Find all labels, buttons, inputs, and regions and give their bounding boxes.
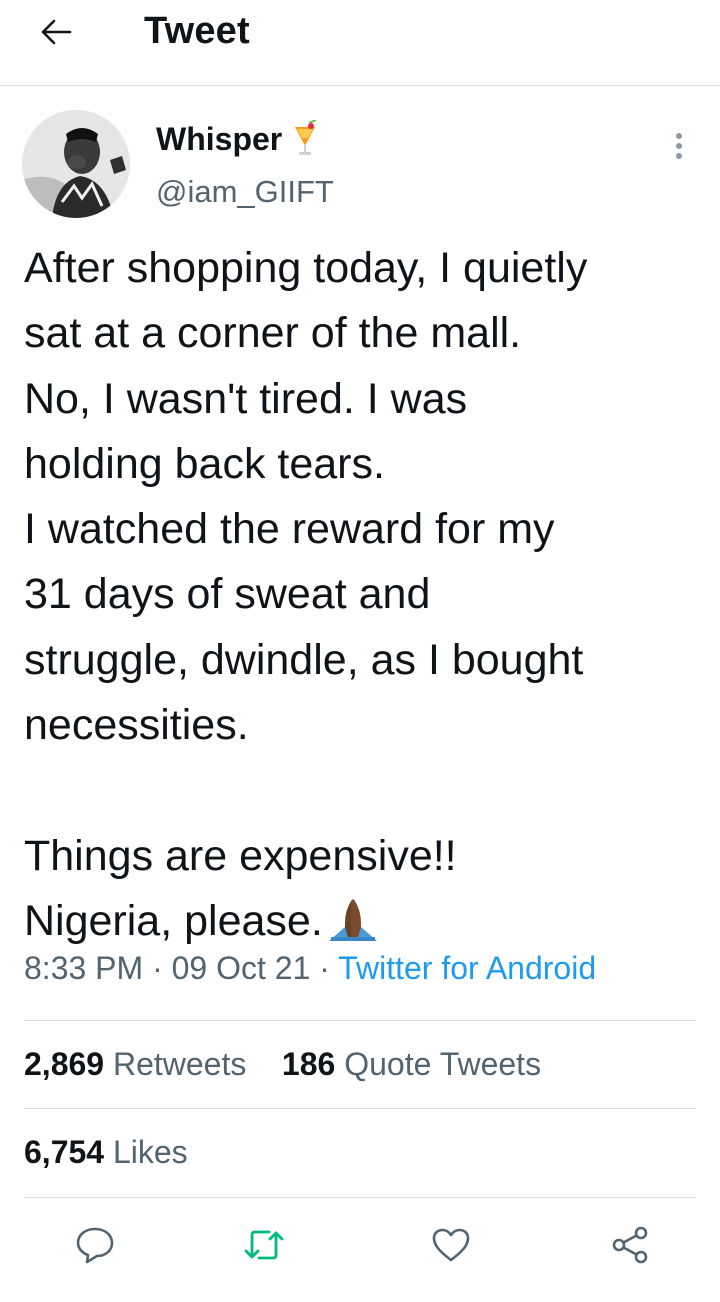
quote-tweets-count: 186 xyxy=(281,1046,336,1082)
page-title: Tweet xyxy=(144,10,250,52)
tweet-source-link[interactable]: Twitter for Android xyxy=(338,950,596,986)
retweets-stat[interactable]: 2,869 Retweets xyxy=(24,1046,246,1082)
divider xyxy=(24,1020,696,1021)
action-bar xyxy=(0,1212,720,1272)
display-name-text: Whisper xyxy=(156,120,283,157)
back-button[interactable] xyxy=(36,12,76,52)
like-button[interactable] xyxy=(426,1220,476,1270)
tweet-line: sat at a corner of the mall. xyxy=(24,309,522,358)
tweet-author: Whisper @iam_GIIFT xyxy=(0,86,720,226)
tweet-line: 31 days of sweat and xyxy=(24,570,431,619)
meta-separator: · xyxy=(319,950,330,986)
tweet-line-text: Nigeria, please. xyxy=(24,896,323,945)
likes-label: Likes xyxy=(112,1134,188,1170)
tweet-line: struggle, dwindle, as I bought xyxy=(24,635,584,684)
tweet-line: I watched the reward for my xyxy=(24,505,555,554)
quote-tweets-stat[interactable]: 186 Quote Tweets xyxy=(282,1046,541,1082)
arrow-left-icon xyxy=(41,19,72,45)
engagement-stats: 2,869 Retweets 186 Quote Tweets xyxy=(24,1046,541,1083)
top-bar: Tweet xyxy=(0,0,720,86)
more-vertical-icon xyxy=(676,133,682,159)
share-icon xyxy=(612,1226,648,1264)
tweet-line: No, I wasn't tired. I was xyxy=(24,374,468,423)
reply-button[interactable] xyxy=(70,1220,120,1270)
likes-count: 6,754 xyxy=(24,1134,105,1170)
share-button[interactable] xyxy=(605,1220,655,1270)
retweet-button[interactable] xyxy=(239,1220,289,1270)
tweet-text: After shopping today, I quietly sat at a… xyxy=(24,236,704,960)
avatar[interactable] xyxy=(22,110,130,218)
meta-separator: · xyxy=(152,950,163,986)
likes-stats: 6,754 Likes xyxy=(24,1134,188,1171)
tweet-date: 09 Oct 21 xyxy=(171,950,311,986)
tweet-line: After shopping today, I quietly xyxy=(24,244,588,292)
tweet-time: 8:33 PM xyxy=(24,950,144,986)
likes-stat[interactable]: 6,754 Likes xyxy=(24,1134,188,1170)
tweet-meta: 8:33 PM · 09 Oct 21 · Twitter for Androi… xyxy=(24,950,596,987)
quote-tweets-label: Quote Tweets xyxy=(344,1046,542,1082)
divider xyxy=(24,1197,696,1198)
divider xyxy=(24,1108,696,1109)
retweet-icon xyxy=(244,1230,284,1260)
retweets-label: Retweets xyxy=(112,1046,247,1082)
reply-icon xyxy=(76,1227,114,1264)
tweet-line: holding back tears. xyxy=(24,439,385,488)
user-handle[interactable]: @iam_GIIFT xyxy=(156,174,334,210)
heart-icon xyxy=(432,1228,470,1262)
tweet-line: Things are expensive!! xyxy=(24,831,457,880)
tropical-drink-icon xyxy=(292,120,318,158)
more-button[interactable] xyxy=(664,126,694,166)
display-name[interactable]: Whisper xyxy=(156,120,318,158)
retweets-count: 2,869 xyxy=(24,1046,105,1082)
tweet-line: necessities. xyxy=(24,701,249,750)
